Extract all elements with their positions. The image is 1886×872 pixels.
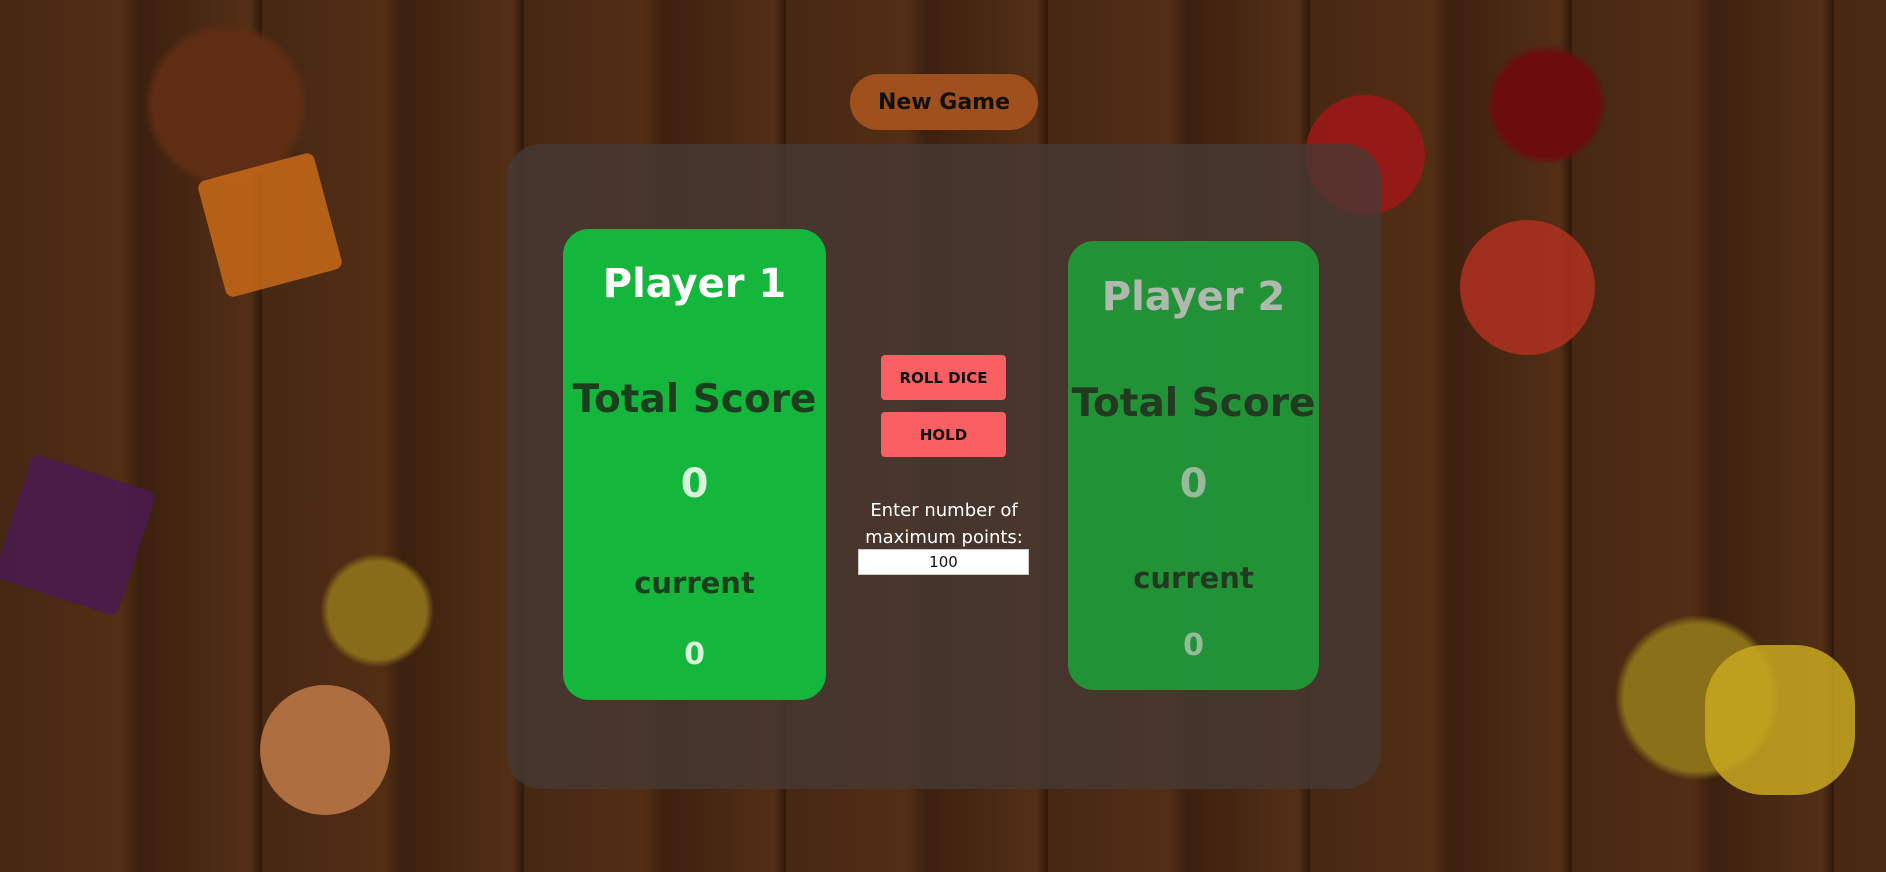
player-1-total-score-value: 0 <box>680 461 709 507</box>
hold-button[interactable]: HOLD <box>881 412 1006 457</box>
player-2-current-value: 0 <box>1183 628 1204 663</box>
player-1-name: Player 1 <box>602 261 787 307</box>
player-1-panel: Player 1 Total Score 0 current 0 <box>563 229 826 700</box>
player-2-current-label: current <box>1133 561 1254 595</box>
decorative-token <box>1460 220 1595 355</box>
player-1-total-score-label: Total Score <box>572 377 817 422</box>
player-1-current-value: 0 <box>684 637 705 672</box>
player-1-current-label: current <box>634 566 755 600</box>
roll-dice-button[interactable]: ROLL DICE <box>881 355 1006 400</box>
max-points-label: Enter number of maximum points: <box>865 500 1023 548</box>
player-2-total-score-label: Total Score <box>1071 381 1316 426</box>
player-2-name: Player 2 <box>1101 274 1286 320</box>
decorative-dice <box>1705 645 1855 795</box>
max-points-input[interactable] <box>858 549 1029 575</box>
new-game-button[interactable]: New Game <box>850 74 1038 130</box>
player-2-panel: Player 2 Total Score 0 current 0 <box>1068 241 1319 690</box>
decorative-token <box>260 685 390 815</box>
player-2-total-score-value: 0 <box>1179 461 1208 507</box>
